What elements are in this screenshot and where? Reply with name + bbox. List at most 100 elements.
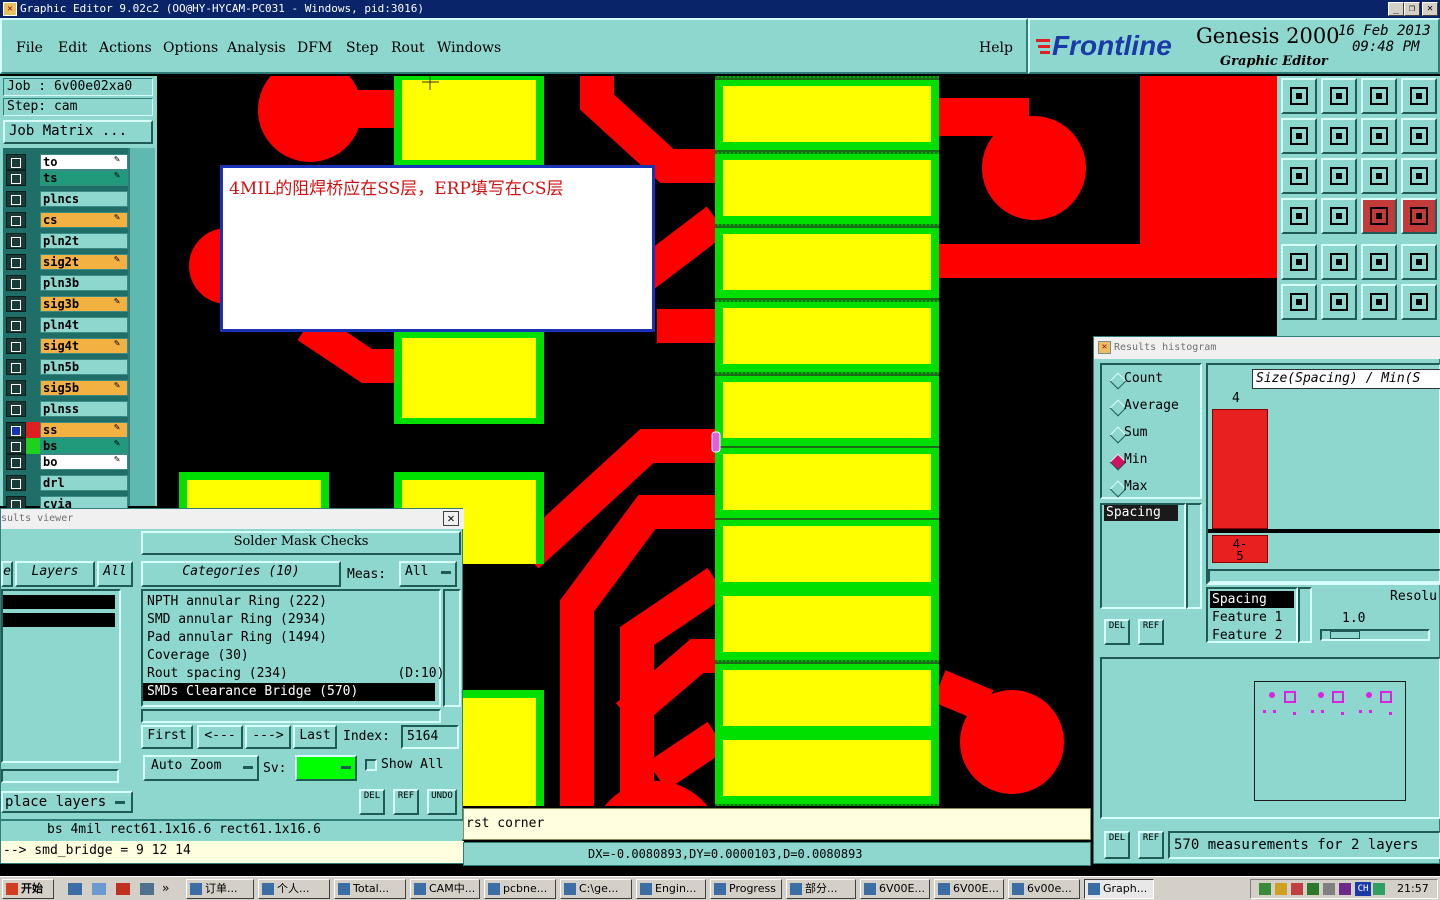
layer-row-bs[interactable]: bs ✎ [6,438,128,454]
tray-tool-icon[interactable] [1291,883,1303,895]
layer-checkbox[interactable] [6,275,26,291]
histogram-hscroll[interactable] [1208,569,1440,583]
layer-checkbox[interactable] [6,317,26,333]
categories-list[interactable]: NPTH annular Ring (222) SMD annular Ring … [141,589,444,707]
taskbar-item[interactable]: 6V00E... [860,879,930,899]
meas-select[interactable]: All [399,561,457,587]
layer-row-pln2t[interactable]: pln2t [6,233,128,249]
categories-hscroll[interactable] [141,709,441,723]
layer-name[interactable]: pln4t [40,317,128,333]
explorer-icon[interactable] [92,883,106,895]
tray-folder-icon[interactable] [1275,883,1287,895]
layer-checkbox[interactable] [6,191,26,207]
grid-icon[interactable] [1361,198,1397,234]
maximize-button[interactable]: ❐ [1404,2,1420,16]
severity-select[interactable] [295,755,357,781]
language-indicator[interactable]: CH [1355,882,1371,896]
layer-row-drl[interactable]: drl [6,475,128,491]
connect-icon[interactable] [1281,284,1317,320]
list-item[interactable]: Spacing [1104,505,1178,521]
tray-settings-icon[interactable] [1323,883,1335,895]
tray-app-icon[interactable] [1259,883,1271,895]
layer-row-sig3b[interactable]: sig3b ✎ [6,296,128,312]
drill-icon[interactable] [1321,198,1357,234]
layer-checkbox[interactable] [6,475,26,491]
pdf-icon[interactable] [116,883,130,895]
tab-layers[interactable]: Layers [15,561,95,587]
layers-list-scrollbar[interactable] [123,591,137,761]
feature-list[interactable]: Spacing Feature 1 Feature 2 [1206,587,1298,643]
ref-button[interactable]: REF [393,789,419,815]
layers-list[interactable] [1,589,121,763]
categories-scrollbar[interactable] [443,589,461,707]
layer-name[interactable]: drl [40,475,128,491]
feature-list-scrollbar[interactable] [1298,587,1312,643]
show-desktop-icon[interactable] [68,883,82,895]
menu-windows[interactable]: Windows [437,40,501,56]
taskbar-item[interactable]: 6v00e... [1008,879,1080,899]
house-icon[interactable] [1361,78,1397,114]
layer-row-plnss[interactable]: plnss [6,401,128,417]
category-item[interactable]: Pad annular Ring (1494) [147,629,327,647]
layer-name[interactable]: pln5b [40,359,128,375]
list-item[interactable] [3,595,115,609]
route-icon[interactable] [1401,118,1437,154]
taskbar-item[interactable]: Progress [710,879,782,899]
layer-row-pln4t[interactable]: pln4t [6,317,128,333]
hist-del-button[interactable]: DEL [1104,619,1130,645]
help-icon[interactable] [1401,158,1437,194]
tab-all[interactable]: All [97,561,133,587]
list-item[interactable] [3,613,115,627]
layer-checkbox[interactable] [6,233,26,249]
layer-row-sig2t[interactable]: sig2t ✎ [6,254,128,270]
tray-s-icon[interactable] [1373,883,1385,895]
scale-icon[interactable] [1361,158,1397,194]
measure-icon[interactable] [1281,198,1317,234]
layer-checkbox[interactable] [6,154,26,170]
zoom-select[interactable]: Auto Zoom [143,755,259,781]
layer-name[interactable]: plncs [40,191,128,207]
layer-scrollbar[interactable] [128,148,155,506]
notepad-icon[interactable] [140,883,154,895]
layout-icon[interactable] [1401,78,1437,114]
dot-icon[interactable] [1401,244,1437,280]
hist-ref-button[interactable]: REF [1138,619,1164,645]
taskbar-item[interactable]: pcbne... [484,879,556,899]
home-icon[interactable] [1281,78,1317,114]
taskbar-item[interactable]: Graph... [1084,879,1154,899]
job-matrix-button[interactable]: Job Matrix ... [3,120,153,144]
layer-checkbox[interactable] [6,212,26,228]
fill-icon[interactable] [1281,244,1317,280]
first-button[interactable]: First [141,725,193,749]
menu-actions[interactable]: Actions [99,40,152,56]
hist-ref-button-2[interactable]: REF [1138,831,1164,859]
layer-checkbox[interactable] [6,338,26,354]
menu-file[interactable]: File [16,40,43,56]
layer-name[interactable]: pln3b [40,275,128,291]
layer-checkbox[interactable] [6,254,26,270]
layer-row-sig5b[interactable]: sig5b ✎ [6,380,128,396]
layer-row-plncs[interactable]: plncs [6,191,128,207]
next-button[interactable]: ---> [245,725,291,749]
category-item[interactable]: Rout spacing (234) (D:10) [147,665,444,683]
slider-handle[interactable] [1330,631,1360,639]
category-item[interactable]: SMDs Clearance Bridge (570) [143,683,435,701]
taskbar-item[interactable]: 6V00E... [934,879,1004,899]
step-in-icon[interactable] [1321,78,1357,114]
taskbar-item[interactable]: Engin... [636,879,706,899]
replace-layers-select[interactable]: place layers [1,791,133,813]
layer-checkbox[interactable] [6,380,26,396]
layer-color-swatch[interactable] [26,422,40,438]
last-button[interactable]: Last [293,725,337,749]
pan-right-icon[interactable] [1321,118,1357,154]
menu-dfm[interactable]: DFM [297,40,332,56]
menu-step[interactable]: Step [346,40,378,56]
close-icon[interactable]: ✕ [443,511,459,526]
feature-item[interactable]: Feature 1 [1210,609,1294,626]
layer-checkbox[interactable] [6,296,26,312]
layer-name[interactable]: plnss [40,401,128,417]
layer-row-pln3b[interactable]: pln3b [6,275,128,291]
layer-row-ts[interactable]: ts ✎ [6,170,128,186]
prev-button[interactable]: <--- [197,725,243,749]
layer-checkbox[interactable] [6,401,26,417]
